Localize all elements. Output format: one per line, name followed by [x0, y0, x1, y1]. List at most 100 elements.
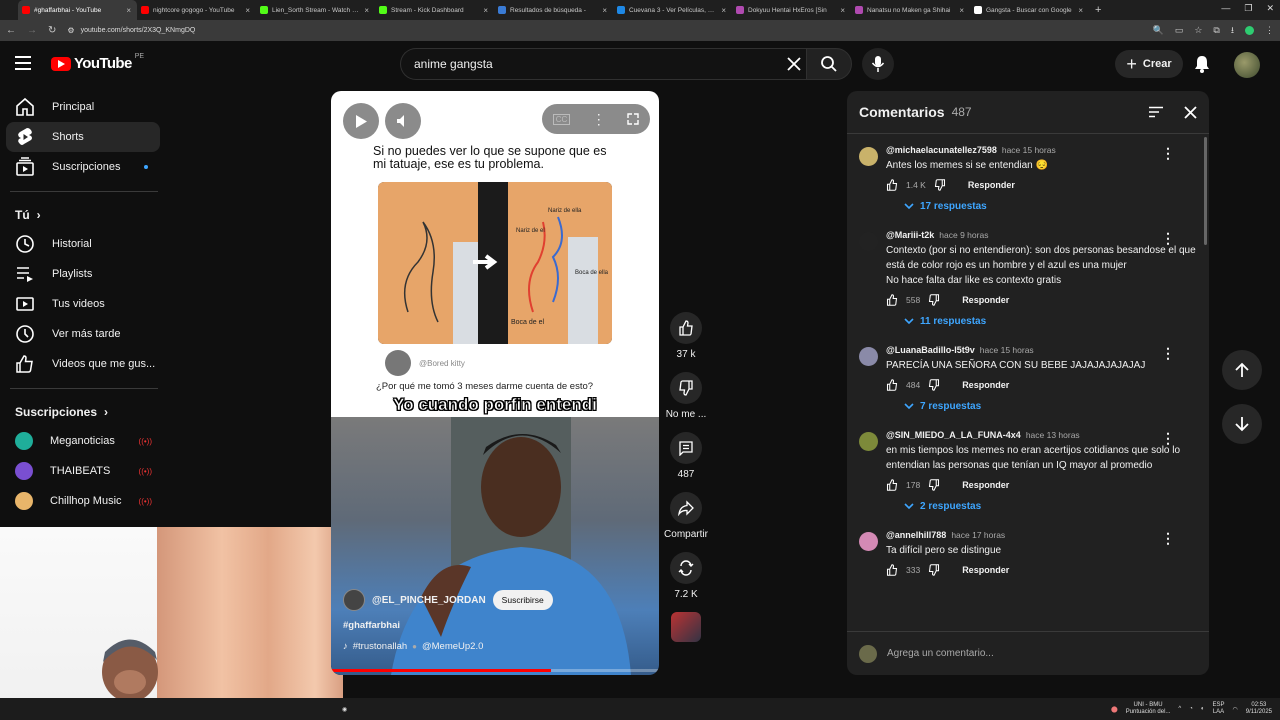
weather-widget[interactable]: UNI - BMU Puntuación del... [1126, 702, 1171, 716]
sidebar-subs-heading[interactable]: Suscripciones › [0, 398, 170, 426]
taskbar-left-icon[interactable]: ◉ [342, 706, 347, 713]
comment-like-icon[interactable] [886, 179, 898, 191]
browser-tab[interactable]: Cuevana 3 - Ver Películas, ver se × [613, 0, 732, 20]
like-button[interactable] [670, 312, 702, 344]
subscribe-button[interactable]: Suscribirse [492, 590, 553, 610]
comment-like-icon[interactable] [886, 479, 898, 491]
tray-chevron-icon[interactable]: ^ [1178, 706, 1181, 712]
weather-icon[interactable]: ⬤ [1111, 706, 1118, 713]
sidebar-item-suscripciones[interactable]: Suscripciones [0, 152, 170, 182]
like-action[interactable]: 37 k [662, 312, 710, 360]
reply-button[interactable]: Responder [968, 180, 1015, 190]
minimize-icon[interactable]: — [1221, 3, 1230, 14]
reply-button[interactable]: Responder [962, 565, 1009, 575]
forward-icon[interactable]: → [27, 25, 37, 36]
browser-tab[interactable]: Stream - Kick Dashboard × [375, 0, 494, 20]
tab-close-icon[interactable]: × [245, 6, 250, 15]
comment-author[interactable]: @LuanaBadillo-l5t9v [886, 345, 975, 355]
commenter-avatar[interactable] [859, 347, 878, 366]
voice-search-button[interactable] [862, 48, 894, 80]
bookmark-star-icon[interactable]: ☆ [1194, 25, 1202, 36]
comments-button[interactable] [670, 432, 702, 464]
browser-tab[interactable]: Nanatsu no Maken ga Shihai × [851, 0, 970, 20]
view-replies-button[interactable]: 17 respuestas [904, 201, 1203, 212]
play-button[interactable] [343, 103, 379, 139]
comments-list[interactable]: @michaelacunatellez7598 hace 15 horas Ante… [847, 135, 1203, 630]
tab-close-icon[interactable]: × [721, 6, 726, 15]
browser-tab[interactable]: #ghaffarbhai - YouTube × [18, 0, 137, 20]
back-icon[interactable]: ← [6, 25, 16, 36]
cast-icon[interactable]: ▭ [1175, 25, 1184, 36]
browser-tab[interactable]: Lien_Sorth Stream - Watch Live × [256, 0, 375, 20]
youtube-logo[interactable]: YouTube PE [51, 53, 144, 72]
sidebar-item-videos-que-me-gus[interactable]: Videos que me gus... [0, 349, 170, 379]
view-replies-button[interactable]: 2 respuestas [904, 501, 1203, 512]
search-input[interactable]: anime gangsta [400, 48, 810, 80]
commenter-avatar[interactable] [859, 532, 878, 551]
comment-time[interactable]: hace 17 horas [951, 530, 1005, 540]
comment-author[interactable]: @michaelacunatellez7598 [886, 145, 997, 155]
dislike-action[interactable]: No me ... [662, 372, 710, 420]
comment-dislike-icon[interactable] [928, 564, 940, 576]
fullscreen-icon[interactable] [627, 113, 639, 125]
comment-menu-icon[interactable]: ⋮ [1161, 345, 1175, 362]
zoom-icon[interactable]: 🔍 [1153, 25, 1164, 36]
search-button[interactable] [806, 48, 852, 80]
comment-like-icon[interactable] [886, 294, 898, 306]
sidebar-channel[interactable]: Chillhop Music ((•)) [0, 486, 170, 516]
commenter-avatar[interactable] [859, 232, 878, 251]
volume-button[interactable] [385, 103, 421, 139]
tab-close-icon[interactable]: × [602, 6, 607, 15]
commenter-avatar[interactable] [859, 147, 878, 166]
sidebar-channel[interactable]: THAIBEATS ((•)) [0, 456, 170, 486]
sidebar-item-principal[interactable]: Principal [0, 92, 170, 122]
clock[interactable]: 02:53 9/11/2025 [1246, 702, 1272, 716]
browser-menu-icon[interactable]: ⋮ [1265, 25, 1274, 36]
maximize-icon[interactable]: ❐ [1244, 3, 1252, 14]
comment-like-icon[interactable] [886, 379, 898, 391]
sidebar-item-playlists[interactable]: Playlists [0, 259, 170, 289]
url-field[interactable]: ⚙ youtube.com/shorts/2X3Q_KNmgDQ [67, 26, 1141, 35]
account-avatar[interactable] [1234, 52, 1260, 78]
sidebar-you-heading[interactable]: Tú › [0, 201, 170, 229]
video-progress-bar[interactable] [331, 669, 659, 672]
browser-tab[interactable]: Dokyuu Hentai HxEros [Sin × [732, 0, 851, 20]
channel-name[interactable]: @EL_PINCHE_JORDAN [372, 595, 486, 606]
reply-button[interactable]: Responder [962, 380, 1009, 390]
more-options-icon[interactable]: ⋮ [592, 111, 606, 128]
comment-dislike-icon[interactable] [934, 179, 946, 191]
view-replies-button[interactable]: 7 respuestas [904, 401, 1203, 412]
audio-action[interactable] [662, 612, 710, 642]
new-tab-icon[interactable]: + [1095, 4, 1101, 16]
wifi-icon[interactable]: ◠ [1233, 706, 1238, 713]
profile-icon[interactable] [1245, 26, 1254, 35]
tab-close-icon[interactable]: × [959, 6, 964, 15]
reply-button[interactable]: Responder [962, 295, 1009, 305]
close-window-icon[interactable]: ✕ [1266, 3, 1274, 14]
browser-tab[interactable]: nightcore gogogo - YouTube × [137, 0, 256, 20]
remix-button[interactable] [670, 552, 702, 584]
sidebar-item-ver-m-s-tarde[interactable]: Ver más tarde [0, 319, 170, 349]
tab-close-icon[interactable]: × [840, 6, 845, 15]
previous-short-button[interactable] [1222, 350, 1262, 390]
comments-scrollbar[interactable] [1204, 137, 1207, 245]
view-replies-button[interactable]: 11 respuestas [904, 316, 1203, 327]
comment-dislike-icon[interactable] [928, 379, 940, 391]
tab-close-icon[interactable]: × [364, 6, 369, 15]
network-icon[interactable]: ◔ [1189, 706, 1193, 712]
downloads-icon[interactable]: ⭳ [1231, 23, 1234, 39]
hamburger-menu-icon[interactable] [14, 54, 34, 72]
comment-time[interactable]: hace 13 horas [1026, 430, 1080, 440]
extensions-icon[interactable]: ⧉ [1213, 25, 1219, 36]
clear-search-icon[interactable] [786, 56, 802, 72]
comment-time[interactable]: hace 15 horas [1002, 145, 1056, 155]
notifications-bell-icon[interactable] [1194, 55, 1210, 73]
add-comment-input[interactable]: Agrega un comentario... [887, 648, 994, 659]
shorts-player[interactable]: Si no puedes ver lo que se supone que es… [331, 91, 659, 675]
sidebar-channel[interactable]: Meganoticias ((•)) [0, 426, 170, 456]
comment-menu-icon[interactable]: ⋮ [1161, 430, 1175, 447]
music-row[interactable]: ♪ #trustonallah ● @MemeUp2.0 [343, 641, 483, 652]
tab-close-icon[interactable]: × [483, 6, 488, 15]
comment-dislike-icon[interactable] [928, 294, 940, 306]
comment-dislike-icon[interactable] [928, 479, 940, 491]
